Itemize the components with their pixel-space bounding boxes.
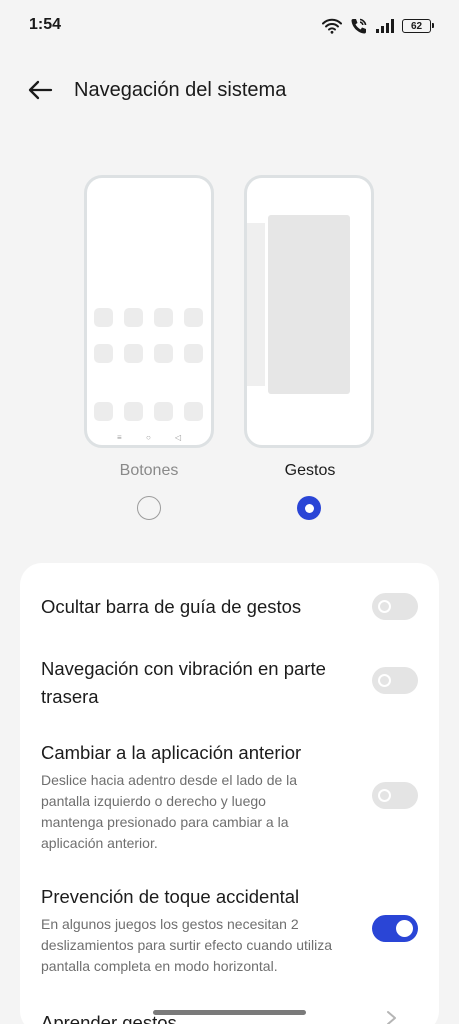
- wifi-icon: [322, 18, 342, 34]
- buttons-mode-label[interactable]: Botones: [79, 462, 219, 480]
- setting-title: Ocultar barra de guía de gestos: [41, 596, 302, 617]
- setting-accidental-touch-prevention[interactable]: Prevención de toque accidental En alguno…: [20, 883, 439, 983]
- back-key-icon: ◁: [175, 433, 182, 442]
- hide-gesture-bar-toggle[interactable]: [372, 593, 418, 620]
- menu-key-icon: ≡: [117, 433, 122, 442]
- app-icon-placeholder: [154, 344, 173, 363]
- app-icon-placeholder: [124, 308, 143, 327]
- previous-app-card: [247, 223, 265, 386]
- page-title: Navegación del sistema: [74, 79, 287, 101]
- gestures-mode-preview[interactable]: [244, 175, 374, 448]
- dock-icon-placeholder: [124, 402, 143, 421]
- gestures-mode-label[interactable]: Gestos: [240, 462, 380, 480]
- dock-icon-placeholder: [94, 402, 113, 421]
- back-arrow-icon: [28, 80, 53, 100]
- accidental-touch-prevention-toggle[interactable]: [372, 915, 418, 942]
- setting-back-tap-navigation[interactable]: Navegación con vibración en parte traser…: [20, 655, 439, 715]
- back-tap-navigation-toggle[interactable]: [372, 667, 418, 694]
- app-icon-placeholder: [94, 308, 113, 327]
- setting-hide-gesture-bar[interactable]: Ocultar barra de guía de gestos: [20, 587, 439, 657]
- current-app-card: [268, 215, 350, 394]
- home-indicator[interactable]: [153, 1010, 306, 1015]
- system-navigation-screen: 1:54 62 Navegación del sistema ≡ ○ ◁ Bot…: [0, 0, 459, 1024]
- app-icon-placeholder: [184, 308, 203, 327]
- gestures-mode-radio[interactable]: [297, 496, 321, 520]
- dock-icon-placeholder: [184, 402, 203, 421]
- setting-title: Navegación con vibración en parte traser…: [41, 658, 326, 707]
- battery-icon: 62: [402, 19, 434, 33]
- chevron-right-icon: [387, 1011, 396, 1024]
- setting-description: En algunos juegos los gestos necesitan 2…: [41, 916, 333, 974]
- app-icon-placeholder: [94, 344, 113, 363]
- setting-title: Cambiar a la aplicación anterior: [41, 742, 302, 763]
- app-icon-placeholder: [184, 344, 203, 363]
- header: Navegación del sistema: [0, 70, 459, 110]
- status-time: 1:54: [29, 16, 62, 33]
- wifi-call-icon: [350, 17, 368, 35]
- switch-previous-app-toggle[interactable]: [372, 782, 418, 809]
- status-icons: 62: [322, 16, 434, 36]
- buttons-mode-radio[interactable]: [137, 496, 161, 520]
- app-icon-placeholder: [124, 344, 143, 363]
- back-button[interactable]: [22, 74, 58, 106]
- setting-switch-previous-app[interactable]: Cambiar a la aplicación anterior Deslice…: [20, 739, 439, 851]
- setting-title: Prevención de toque accidental: [41, 886, 300, 907]
- settings-card: Ocultar barra de guía de gestos Navegaci…: [20, 563, 439, 1024]
- buttons-mode-preview[interactable]: ≡ ○ ◁: [84, 175, 214, 448]
- app-icon-placeholder: [154, 308, 173, 327]
- setting-description: Deslice hacia adentro desde el lado de l…: [41, 772, 298, 851]
- status-bar: 1:54 62: [0, 0, 459, 52]
- dock-icon-placeholder: [154, 402, 173, 421]
- home-key-icon: ○: [146, 433, 151, 442]
- signal-icon: [376, 19, 394, 33]
